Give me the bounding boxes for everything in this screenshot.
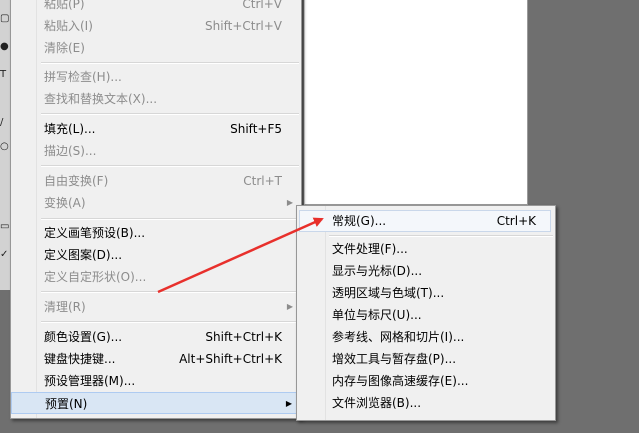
annotation-arrow-icon — [157, 217, 324, 294]
